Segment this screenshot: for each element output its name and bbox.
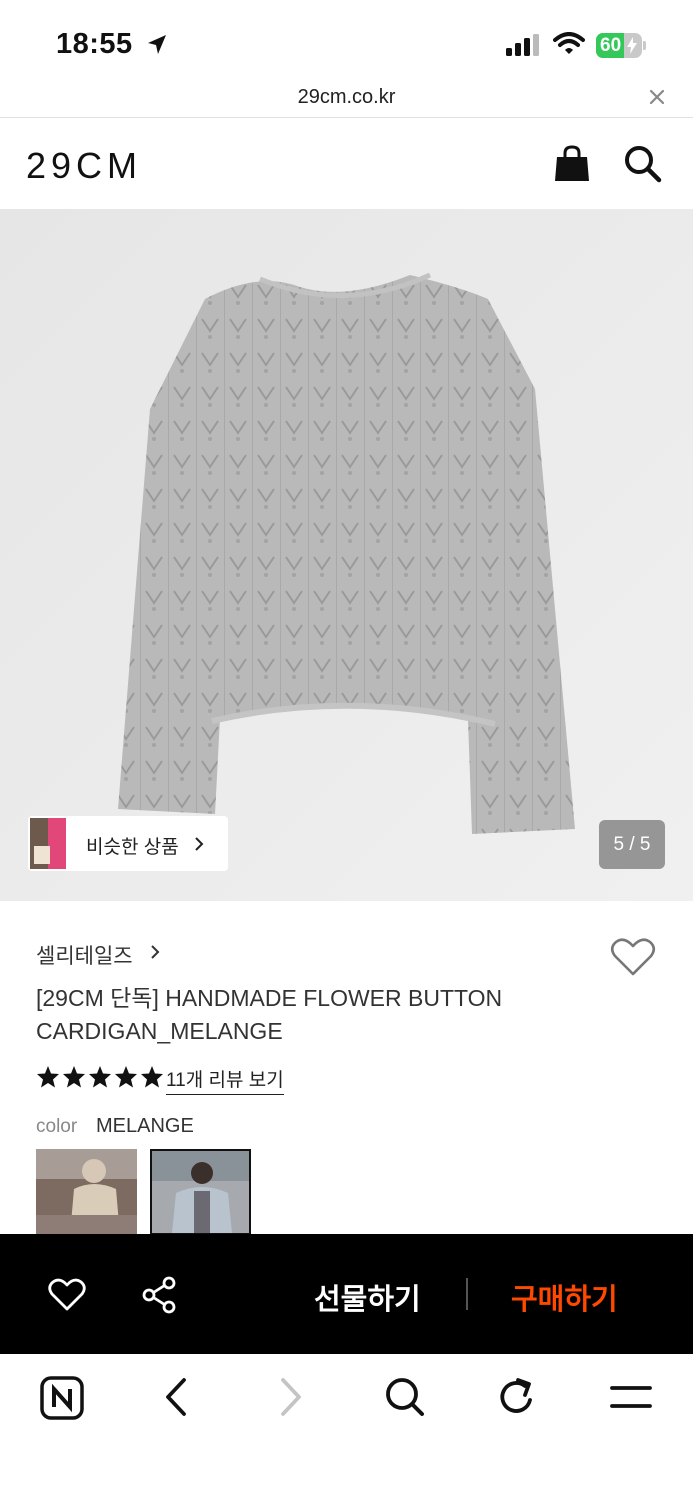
buy-button[interactable]: 구매하기 [511, 1276, 618, 1318]
star-icon [63, 1066, 85, 1088]
share-icon[interactable] [140, 1276, 178, 1319]
naver-home-icon[interactable] [40, 1376, 84, 1425]
wifi-icon [553, 32, 585, 61]
forward-icon[interactable] [278, 1376, 304, 1423]
similar-product-thumbnail [30, 818, 66, 869]
star-icon [115, 1066, 137, 1088]
location-arrow-icon [146, 33, 168, 62]
site-header: 29CM [0, 119, 693, 209]
gift-button[interactable]: 선물하기 [314, 1276, 421, 1318]
refresh-icon[interactable] [497, 1376, 537, 1423]
product-image[interactable] [0, 209, 693, 901]
image-counter: 5 / 5 [599, 820, 665, 869]
close-icon[interactable] [648, 88, 666, 111]
review-link[interactable]: 11개 리뷰 보기 [166, 1065, 284, 1095]
url-text[interactable]: 29cm.co.kr [0, 86, 693, 109]
cellular-signal-icon [506, 34, 542, 61]
star-icon [89, 1066, 111, 1088]
battery-icon: 60 [596, 33, 646, 58]
heart-icon[interactable] [48, 1278, 86, 1317]
battery-level: 60 [600, 35, 622, 56]
color-option-label: color [36, 1116, 78, 1137]
star-icon [141, 1066, 163, 1088]
browser-url-bar[interactable]: 29cm.co.kr [0, 84, 693, 118]
back-icon[interactable] [163, 1376, 189, 1423]
action-divider [466, 1278, 468, 1310]
chevron-right-icon [194, 836, 204, 857]
cardigan-photo [0, 209, 693, 901]
color-swatch-2-selected[interactable] [150, 1149, 251, 1235]
star-icon [37, 1066, 59, 1088]
brand-link[interactable]: 셀리테일즈 [36, 940, 133, 970]
charging-bolt-icon [627, 37, 637, 58]
browser-toolbar [0, 1354, 693, 1500]
shopping-bag-icon[interactable] [554, 145, 590, 188]
menu-icon[interactable] [610, 1376, 652, 1423]
site-logo[interactable]: 29CM [26, 145, 142, 187]
brand-chevron-icon[interactable] [150, 944, 160, 965]
color-swatch-1[interactable] [36, 1149, 137, 1235]
similar-products-button[interactable]: 비슷한 상품 [28, 816, 228, 871]
purchase-action-bar: 선물하기 구매하기 [0, 1234, 693, 1354]
status-bar: 18:55 60 [0, 0, 693, 84]
product-title: [29CM 단독] HANDMADE FLOWER BUTTON CARDIGA… [36, 985, 503, 1044]
color-option-value: MELANGE [96, 1115, 194, 1137]
search-icon[interactable] [384, 1376, 426, 1423]
status-time: 18:55 [56, 28, 133, 60]
similar-products-label: 비슷한 상품 [86, 837, 179, 858]
wishlist-heart-icon[interactable] [610, 937, 656, 982]
search-icon[interactable] [624, 145, 662, 188]
rating-stars [36, 1065, 164, 1089]
